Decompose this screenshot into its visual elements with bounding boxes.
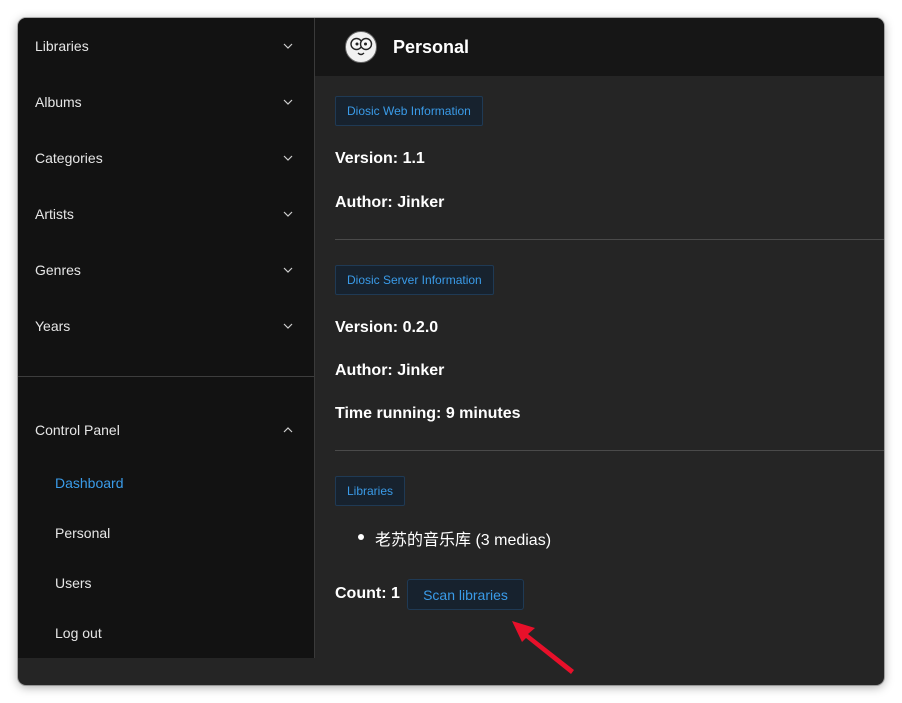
server-info-tag: Diosic Server Information [335,265,494,295]
sidebar-item-albums[interactable]: Albums [18,74,314,130]
list-item: 老苏的音乐库 (3 medias) [358,526,551,550]
server-time-running-text: Time running: 9 minutes [335,405,521,422]
server-version-text: Version: 0.2.0 [335,319,439,336]
page-header: Personal [315,18,884,76]
sidebar-item-libraries[interactable]: Libraries [18,18,314,74]
page-title: Personal [393,36,470,57]
sidebar-item-years[interactable]: Years [18,298,314,354]
sidebar-item-control-panel[interactable]: Control Panel [18,402,314,458]
scan-libraries-button[interactable]: Scan libraries [407,579,524,610]
sidebar-subitem-users[interactable]: Users [55,573,92,593]
chevron-down-icon [282,264,294,276]
sidebar-item-label: Albums [35,94,82,110]
sidebar-item-label: Categories [35,150,103,166]
sidebar-item-label: Genres [35,262,81,278]
sidebar-item-genres[interactable]: Genres [18,242,314,298]
chevron-down-icon [282,96,294,108]
section-divider [335,450,884,451]
chevron-down-icon [282,208,294,220]
web-info-tag: Diosic Web Information [335,96,483,126]
chevron-down-icon [282,320,294,332]
libraries-tag: Libraries [335,476,406,506]
sidebar-divider [18,376,314,377]
sidebar: Libraries Albums Categories Artists Genr… [18,18,315,658]
sidebar-item-categories[interactable]: Categories [18,130,314,186]
chevron-up-icon [282,424,294,436]
sidebar-item-label: Artists [35,206,74,222]
server-author-text: Author: Jinker [335,362,445,379]
section-divider [335,239,884,240]
web-version-text: Version: 1.1 [335,150,425,167]
library-count-text: Count: 1 [335,585,400,602]
library-list: 老苏的音乐库 (3 medias) [358,526,551,550]
chevron-down-icon [282,40,294,52]
sidebar-subitem-log-out[interactable]: Log out [55,623,102,643]
web-author-text: Author: Jinker [335,194,445,211]
sidebar-subitem-personal[interactable]: Personal [55,523,110,543]
chevron-down-icon [282,152,294,164]
sidebar-item-label: Control Panel [35,422,120,438]
sidebar-item-label: Libraries [35,38,89,54]
user-avatar-icon[interactable] [345,31,377,63]
app-window: Libraries Albums Categories Artists Genr… [18,18,884,685]
sidebar-item-artists[interactable]: Artists [18,186,314,242]
sidebar-item-label: Years [35,318,71,334]
sidebar-subitem-dashboard[interactable]: Dashboard [55,473,124,493]
